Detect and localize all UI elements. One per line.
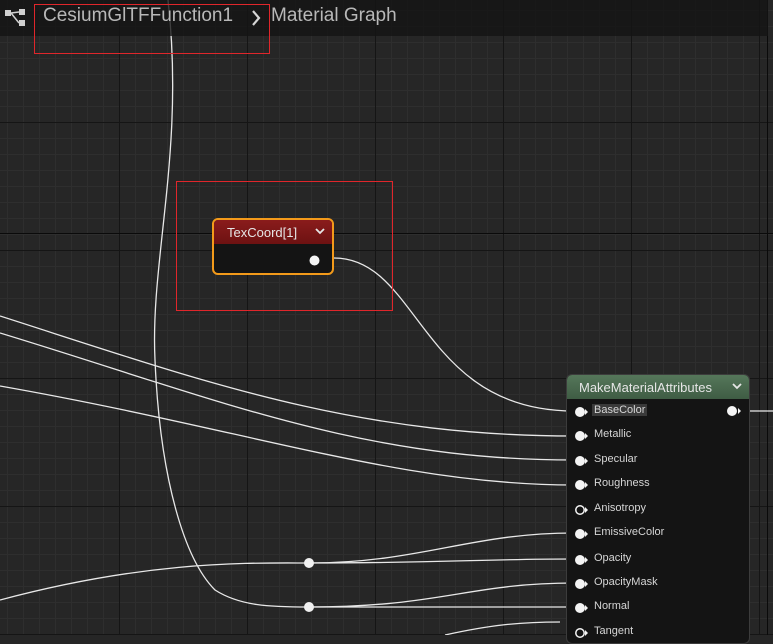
input-pin-label: Anisotropy bbox=[594, 502, 646, 514]
wire-to-specular bbox=[0, 332, 575, 461]
input-pin-label: BaseColor bbox=[592, 404, 648, 416]
input-pin-row[interactable]: Opacity bbox=[567, 550, 687, 570]
input-pin-disconnected[interactable] bbox=[574, 627, 588, 639]
wire-to-metallic bbox=[0, 315, 575, 437]
input-pin-row[interactable]: OpacityMask bbox=[567, 574, 687, 594]
texcoord-node[interactable]: TexCoord[1] bbox=[212, 218, 334, 275]
input-pin-row[interactable]: Metallic bbox=[567, 426, 687, 446]
chevron-down-icon[interactable] bbox=[732, 383, 742, 390]
input-pin-row[interactable]: BaseColor bbox=[567, 402, 687, 422]
input-pin-connected[interactable] bbox=[574, 479, 588, 491]
texcoord-output-pin[interactable] bbox=[309, 255, 320, 266]
texcoord-node-title: TexCoord[1] bbox=[227, 224, 298, 240]
input-pin-row[interactable]: Roughness bbox=[567, 475, 687, 495]
input-pin-connected[interactable] bbox=[574, 455, 588, 467]
reroute-node-upper bbox=[304, 558, 314, 568]
input-pin-label: Tangent bbox=[594, 625, 634, 637]
input-pin-connected[interactable] bbox=[574, 406, 588, 418]
input-pin-row[interactable]: Anisotropy bbox=[567, 500, 687, 520]
make-material-attributes-title: MakeMaterialAttributes bbox=[579, 379, 712, 395]
texcoord-node-header[interactable]: TexCoord[1] bbox=[214, 220, 332, 244]
input-pin-row[interactable]: Tangent bbox=[567, 623, 687, 643]
input-pin-connected[interactable] bbox=[574, 528, 588, 540]
input-pin-label: EmissiveColor bbox=[594, 526, 665, 538]
make-material-attributes-header[interactable]: MakeMaterialAttributes bbox=[567, 375, 749, 399]
wire-to-tangent-area bbox=[444, 621, 561, 635]
graph-hierarchy-icon[interactable] bbox=[3, 8, 27, 28]
input-pin-disconnected[interactable] bbox=[574, 504, 588, 516]
input-pin-row[interactable]: Normal bbox=[567, 598, 687, 618]
input-pin-connected[interactable] bbox=[574, 430, 588, 442]
breadcrumb-item-material-graph[interactable]: Material Graph bbox=[271, 5, 397, 27]
chevron-down-icon[interactable] bbox=[315, 228, 325, 235]
input-pin-label: Roughness bbox=[594, 477, 650, 489]
material-attributes-output-pin[interactable] bbox=[726, 405, 742, 417]
wire-to-roughness bbox=[0, 385, 575, 486]
input-pin-label: Specular bbox=[594, 453, 638, 465]
make-material-attributes-node[interactable]: MakeMaterialAttributes BaseColor Metalli… bbox=[566, 374, 750, 644]
input-pin-connected[interactable] bbox=[574, 578, 588, 590]
input-pin-label: Opacity bbox=[594, 552, 632, 564]
input-pin-connected[interactable] bbox=[574, 602, 588, 614]
input-pin-row[interactable]: EmissiveColor bbox=[567, 524, 687, 544]
input-pin-row[interactable]: Specular bbox=[567, 451, 687, 471]
input-pin-label: Metallic bbox=[594, 428, 632, 440]
reroute-node-lower bbox=[304, 602, 314, 612]
input-pin-connected[interactable] bbox=[574, 554, 588, 566]
input-pin-label: OpacityMask bbox=[594, 576, 658, 588]
highlight-box-breadcrumb bbox=[34, 4, 270, 54]
input-pin-label: Normal bbox=[594, 600, 630, 612]
wire-reroute-to-opacitymask bbox=[308, 582, 575, 608]
